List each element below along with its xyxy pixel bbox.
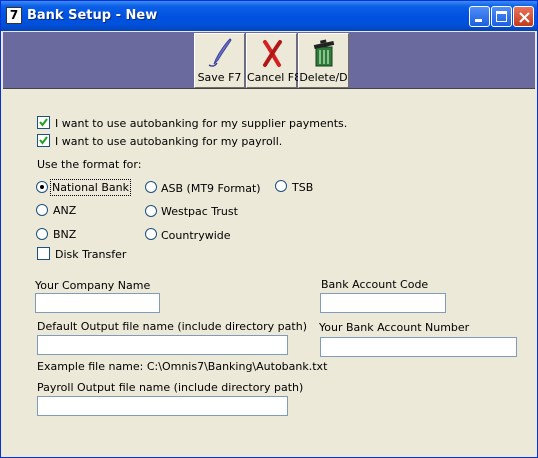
maximize-icon	[496, 11, 507, 22]
bank-setup-window: 7 Bank Setup - New Save F7 Cancel F8 Del…	[0, 0, 538, 458]
radio-westpac[interactable]	[145, 205, 157, 217]
radio-label-westpac[interactable]: Westpac Trust	[161, 205, 238, 218]
radio-label-national-bank[interactable]: National Bank	[50, 179, 131, 196]
bank-account-code-input[interactable]	[320, 293, 446, 313]
checkmark-icon	[39, 118, 48, 127]
minimize-icon	[475, 19, 482, 22]
radio-label-asb[interactable]: ASB (MT9 Format)	[161, 182, 261, 195]
close-icon	[519, 12, 530, 23]
company-name-label: Your Company Name	[35, 279, 151, 292]
default-output-input[interactable]	[37, 335, 288, 355]
radio-bnz[interactable]	[36, 228, 48, 240]
maximize-button[interactable]	[491, 6, 512, 27]
checkmark-icon	[39, 136, 48, 145]
radio-tsb[interactable]	[275, 180, 287, 192]
title-bar[interactable]: 7 Bank Setup - New	[1, 1, 537, 31]
cancel-label: Cancel F8	[247, 71, 302, 84]
disk-transfer-checkbox[interactable]	[37, 247, 50, 260]
payroll-autobank-label[interactable]: I want to use autobanking for my payroll…	[55, 135, 282, 148]
company-name-input[interactable]	[35, 293, 160, 313]
radio-label-tsb[interactable]: TSB	[292, 181, 313, 194]
example-filename-text: Example file name: C:\Omnis7\Banking\Aut…	[37, 360, 328, 373]
quill-pen-icon	[208, 38, 232, 67]
bank-account-number-input[interactable]	[320, 337, 517, 357]
payroll-output-label: Payroll Output file name (include direct…	[37, 381, 304, 394]
cancel-button[interactable]: Cancel F8	[246, 33, 302, 88]
radio-national-bank[interactable]	[36, 181, 48, 193]
default-output-label: Default Output file name (include direct…	[37, 320, 307, 333]
bank-account-code-label: Bank Account Code	[321, 278, 429, 291]
toolbar: Save F7 Cancel F8 Delete/D	[3, 32, 535, 89]
radio-label-bnz[interactable]: BNZ	[53, 228, 76, 241]
delete-label: Delete/D	[299, 71, 348, 84]
minimize-button[interactable]	[469, 6, 490, 27]
save-label: Save F7	[197, 71, 242, 84]
window-title: Bank Setup - New	[27, 8, 158, 23]
radio-label-countrywide[interactable]: Countrywide	[161, 229, 231, 242]
supplier-autobank-checkbox[interactable]	[37, 116, 50, 129]
app-icon[interactable]: 7	[6, 7, 22, 24]
payroll-autobank-checkbox[interactable]	[37, 134, 50, 147]
red-x-icon	[263, 40, 282, 67]
radio-selected-dot	[40, 185, 44, 189]
radio-asb[interactable]	[145, 181, 157, 193]
payroll-output-input[interactable]	[37, 396, 288, 416]
close-button[interactable]	[513, 6, 534, 27]
trash-can-icon	[313, 39, 335, 67]
bank-account-number-label: Your Bank Account Number	[319, 321, 470, 334]
delete-button[interactable]: Delete/D	[298, 33, 349, 88]
radio-anz[interactable]	[36, 204, 48, 216]
supplier-autobank-label[interactable]: I want to use autobanking for my supplie…	[55, 117, 347, 130]
format-heading: Use the format for:	[37, 158, 142, 171]
radio-countrywide[interactable]	[145, 228, 157, 240]
save-button[interactable]: Save F7	[194, 33, 245, 88]
radio-label-anz[interactable]: ANZ	[53, 204, 76, 217]
disk-transfer-label[interactable]: Disk Transfer	[55, 248, 126, 261]
